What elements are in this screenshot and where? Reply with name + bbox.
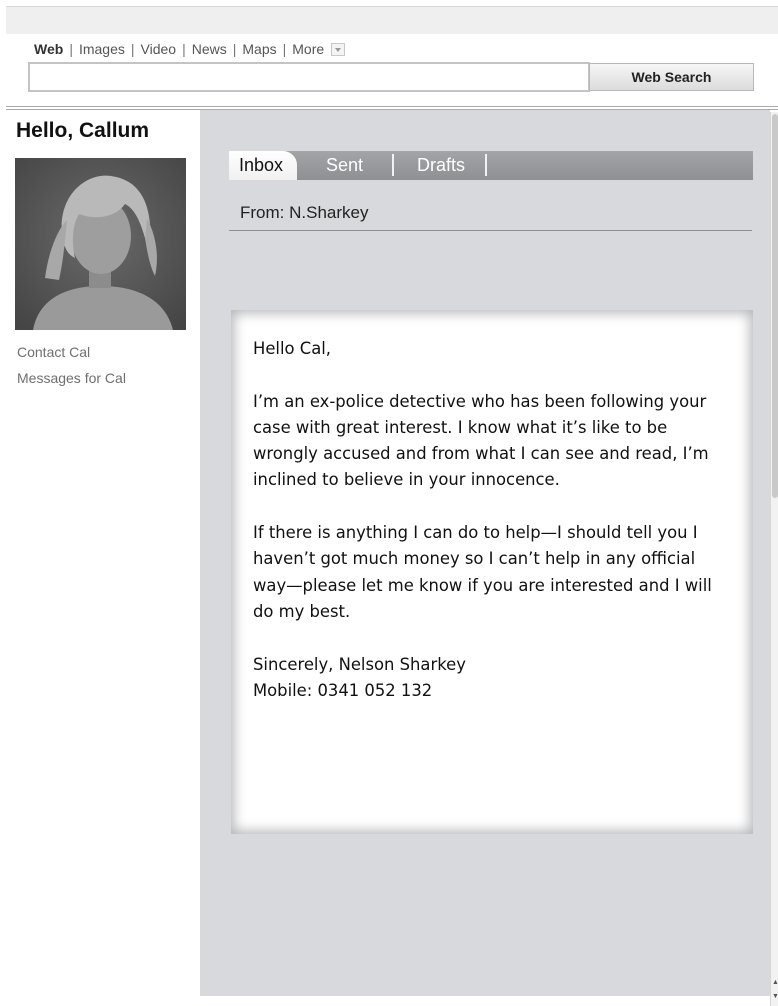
top-strip: [6, 6, 778, 34]
profile-photo-image: [15, 158, 186, 330]
message-paragraph: I’m an ex-police detective who has been …: [253, 391, 709, 490]
user-greeting: Hello, Callum: [16, 119, 150, 142]
page-scrollbar[interactable]: ▲ ▼: [770, 112, 778, 1006]
scroll-up-icon[interactable]: ▲: [772, 976, 778, 990]
messages-link[interactable]: Messages for Cal: [17, 370, 126, 386]
profile-photo: [15, 158, 186, 330]
contact-link[interactable]: Contact Cal: [17, 344, 90, 360]
nav-images[interactable]: Images: [79, 41, 125, 57]
more-dropdown-icon[interactable]: [331, 42, 346, 56]
mail-panel: Inbox Sent Drafts From: N.Sharkey Hello …: [200, 110, 770, 996]
search-input[interactable]: [28, 62, 590, 92]
message-salutation: Hello Cal,: [253, 339, 332, 358]
nav-separator: |: [182, 41, 186, 57]
profile-sidebar: Hello, Callum Contact Cal Messages for C…: [6, 110, 200, 1006]
message-body: Hello Cal, I’m an ex-police detective wh…: [231, 310, 753, 834]
scroll-down-icon[interactable]: ▼: [772, 990, 778, 1004]
mail-tabs: Inbox Sent Drafts: [229, 151, 753, 180]
tab-divider: [485, 154, 487, 176]
nav-maps[interactable]: Maps: [242, 41, 276, 57]
tab-inbox[interactable]: Inbox: [229, 151, 297, 180]
tab-drafts[interactable]: Drafts: [417, 155, 465, 176]
nav-more[interactable]: More: [292, 41, 324, 57]
nav-video[interactable]: Video: [141, 41, 177, 57]
tab-sent[interactable]: Sent: [326, 155, 363, 176]
message-signoff: Sincerely, Nelson Sharkey: [253, 654, 466, 674]
scrollbar-arrows: ▲ ▼: [771, 976, 778, 1006]
nav-web[interactable]: Web: [34, 41, 63, 57]
message-from: From: N.Sharkey: [240, 203, 369, 222]
web-search-button[interactable]: Web Search: [589, 63, 754, 91]
message-paragraph: If there is anything I can do to help—I …: [253, 523, 712, 621]
nav-separator: |: [232, 41, 237, 57]
scrollbar-thumb[interactable]: [772, 114, 778, 498]
nav-separator: |: [69, 41, 73, 57]
search-nav: Web | Images | Video | News | Maps | Mor…: [34, 41, 346, 57]
nav-separator: |: [130, 41, 135, 57]
nav-news[interactable]: News: [192, 41, 227, 57]
search-header: Web | Images | Video | News | Maps | Mor…: [6, 34, 778, 104]
nav-separator: |: [282, 41, 287, 57]
tab-divider: [392, 154, 394, 176]
message-mobile: Mobile: 0341 052 132: [253, 680, 433, 700]
from-divider: [229, 230, 752, 231]
